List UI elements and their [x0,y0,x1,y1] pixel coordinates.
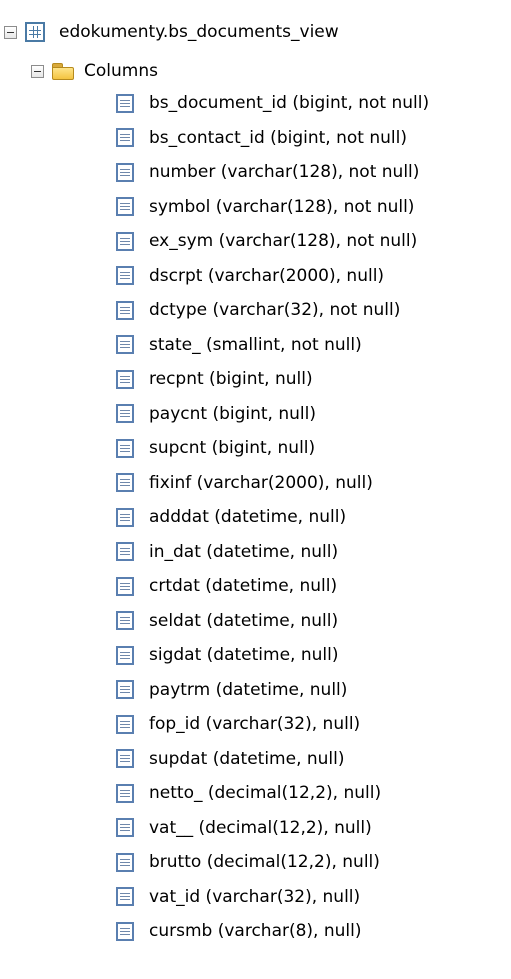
column-item[interactable]: cursmb (varchar(8), null) [116,914,429,949]
column-label: vat__ (decimal(12,2), null) [149,817,372,838]
column-icon [116,507,134,527]
column-icon [116,197,134,217]
column-item[interactable]: in_dat (datetime, null) [116,535,429,570]
column-item[interactable]: bs_contact_id (bigint, not null) [116,121,429,156]
column-icon [116,645,134,665]
column-icon [116,438,134,458]
column-label: bs_document_id (bigint, not null) [149,93,430,114]
object-explorer-tree: edokumenty.bs_documents_view Columns bs_… [0,0,511,979]
column-label: supcnt (bigint, null) [149,438,316,459]
column-label: in_dat (datetime, null) [149,541,339,562]
column-item[interactable]: fop_id (varchar(32), null) [116,707,429,742]
column-item[interactable]: recpnt (bigint, null) [116,362,429,397]
column-icon [116,611,134,631]
view-icon [25,22,45,42]
column-label: netto_ (decimal(12,2), null) [149,783,382,804]
column-item[interactable]: paytrm (datetime, null) [116,673,429,708]
collapse-view-toggle[interactable] [4,25,17,39]
tree-node-columns-folder[interactable]: Columns [31,56,158,86]
column-item[interactable]: sigdat (datetime, null) [116,638,429,673]
column-item[interactable]: supcnt (bigint, null) [116,431,429,466]
column-label: symbol (varchar(128), not null) [149,196,415,217]
column-label: crtdat (datetime, null) [149,576,338,597]
column-icon [116,576,134,596]
column-item[interactable]: brutto (decimal(12,2), null) [116,845,429,880]
column-label: ex_sym (varchar(128), not null) [149,231,418,252]
column-label: paytrm (datetime, null) [149,679,348,700]
view-name-label[interactable]: edokumenty.bs_documents_view [59,22,339,42]
column-icon [116,93,134,113]
column-icon [116,128,134,148]
column-item[interactable]: vat_id (varchar(32), null) [116,880,429,915]
column-item[interactable]: state_ (smallint, not null) [116,328,429,363]
column-item[interactable]: fixinf (varchar(2000), null) [116,466,429,501]
column-label: fixinf (varchar(2000), null) [149,472,373,493]
column-icon [116,852,134,872]
column-label: number (varchar(128), not null) [149,162,420,183]
column-item[interactable]: supdat (datetime, null) [116,742,429,777]
column-label: vat_id (varchar(32), null) [149,886,361,907]
columns-list: bs_document_id (bigint, not null) bs_con… [116,86,429,949]
column-label: dctype (varchar(32), not null) [149,300,401,321]
column-label: sigdat (datetime, null) [149,645,339,666]
column-item[interactable]: dctype (varchar(32), not null) [116,293,429,328]
column-label: dscrpt (varchar(2000), null) [149,265,385,286]
column-item[interactable]: number (varchar(128), not null) [116,155,429,190]
column-item[interactable]: ex_sym (varchar(128), not null) [116,224,429,259]
column-item[interactable]: netto_ (decimal(12,2), null) [116,776,429,811]
column-item[interactable]: bs_document_id (bigint, not null) [116,86,429,121]
column-label: fop_id (varchar(32), null) [149,714,361,735]
column-icon [116,369,134,389]
column-icon [116,887,134,907]
column-icon [116,404,134,424]
column-icon [116,783,134,803]
column-label: state_ (smallint, not null) [149,334,362,355]
collapse-columns-toggle[interactable] [31,64,44,78]
column-icon [116,714,134,734]
column-item[interactable]: symbol (varchar(128), not null) [116,190,429,225]
column-item[interactable]: dscrpt (varchar(2000), null) [116,259,429,294]
column-label: seldat (datetime, null) [149,610,339,631]
column-item[interactable]: adddat (datetime, null) [116,500,429,535]
column-icon [116,266,134,286]
column-icon [116,300,134,320]
column-icon [116,921,134,941]
column-item[interactable]: vat__ (decimal(12,2), null) [116,811,429,846]
column-icon [116,680,134,700]
column-label: supdat (datetime, null) [149,748,345,769]
column-label: recpnt (bigint, null) [149,369,313,390]
columns-folder-label[interactable]: Columns [84,61,158,81]
column-item[interactable]: seldat (datetime, null) [116,604,429,639]
column-label: adddat (datetime, null) [149,507,347,528]
column-icon [116,473,134,493]
column-label: paycnt (bigint, null) [149,403,316,424]
folder-icon [52,62,74,80]
column-label: bs_contact_id (bigint, not null) [149,127,407,148]
tree-node-view[interactable]: edokumenty.bs_documents_view [4,17,339,47]
column-item[interactable]: paycnt (bigint, null) [116,397,429,432]
column-label: brutto (decimal(12,2), null) [149,852,380,873]
column-icon [116,231,134,251]
column-icon [116,818,134,838]
column-item[interactable]: crtdat (datetime, null) [116,569,429,604]
column-label: cursmb (varchar(8), null) [149,921,362,942]
column-icon [116,335,134,355]
column-icon [116,749,134,769]
column-icon [116,162,134,182]
column-icon [116,542,134,562]
